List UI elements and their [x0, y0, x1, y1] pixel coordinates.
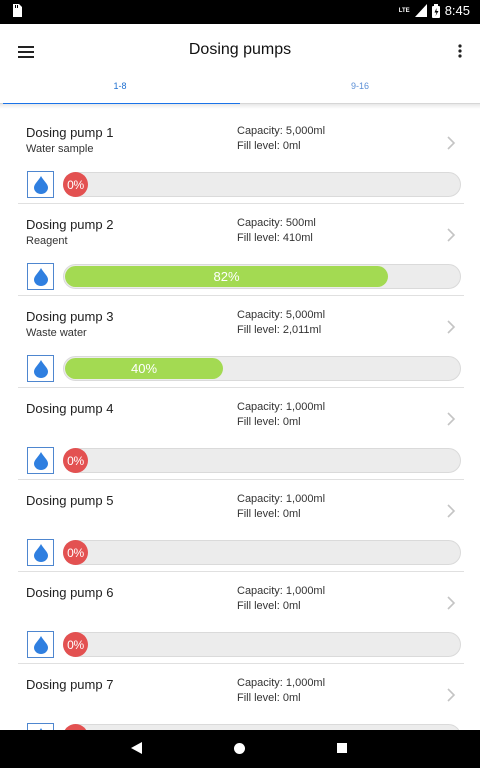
pump-subtitle: Waste water [26, 327, 87, 339]
back-triangle-icon[interactable] [131, 742, 142, 754]
status-bar: LTE 8:45 [0, 0, 480, 24]
pump-row-2[interactable]: Dosing pump 2 Reagent Capacity: 500ml Fi… [18, 204, 466, 296]
pump-row-7[interactable]: Dosing pump 7 Capacity: 1,000ml Fill lev… [18, 664, 466, 730]
tab-1-8[interactable]: 1-8 [0, 80, 240, 105]
empty-badge: 0% [63, 540, 88, 565]
empty-badge: 0% [63, 172, 88, 197]
tab-shadow [0, 104, 480, 109]
system-nav-bar [0, 730, 480, 768]
empty-badge: 0% [63, 448, 88, 473]
pump-name: Dosing pump 1 [26, 125, 114, 140]
empty-badge: 0% [63, 632, 88, 657]
water-drop-icon [27, 631, 54, 658]
fill-progress-bar: 0% [63, 172, 461, 197]
pump-row-5[interactable]: Dosing pump 5 Capacity: 1,000ml Fill lev… [18, 480, 466, 572]
pump-subtitle: Reagent [26, 235, 68, 247]
chevron-right-icon[interactable] [444, 318, 458, 336]
pump-row-3[interactable]: Dosing pump 3 Waste water Capacity: 5,00… [18, 296, 466, 388]
pump-row-1[interactable]: Dosing pump 1 Water sample Capacity: 5,0… [18, 112, 466, 204]
status-icons: LTE 8:45 [399, 3, 470, 18]
app-bar: Dosing pumps [0, 24, 480, 80]
fill-progress-bar: 82% [63, 264, 461, 289]
pump-capacity: Capacity: 1,000ml [237, 401, 326, 413]
pump-fill-level: Fill level: 410ml [237, 232, 313, 244]
pump-name: Dosing pump 2 [26, 217, 114, 232]
chevron-right-icon[interactable] [444, 686, 458, 704]
status-time: 8:45 [444, 3, 470, 18]
pump-fill-level: Fill level: 0ml [237, 600, 301, 612]
pump-fill-level: Fill level: 0ml [237, 692, 301, 704]
battery-icon [431, 3, 440, 18]
water-drop-icon [27, 723, 54, 730]
progress-fill: 82% [65, 266, 388, 287]
pump-row-6[interactable]: Dosing pump 6 Capacity: 1,000ml Fill lev… [18, 572, 466, 664]
pump-subtitle: Water sample [26, 143, 94, 155]
home-circle-icon[interactable] [234, 743, 245, 754]
fill-progress-bar: 40% [63, 356, 461, 381]
pump-fill-level: Fill level: 0ml [237, 508, 301, 520]
pump-row-4[interactable]: Dosing pump 4 Capacity: 1,000ml Fill lev… [18, 388, 466, 480]
water-drop-icon [27, 447, 54, 474]
chevron-right-icon[interactable] [444, 410, 458, 428]
pump-capacity: Capacity: 500ml [237, 217, 316, 229]
chevron-right-icon[interactable] [444, 134, 458, 152]
tab-bar: 1-8 9-16 [0, 80, 480, 105]
notification-icon [12, 4, 22, 22]
pump-name: Dosing pump 4 [26, 401, 114, 416]
more-vert-icon[interactable] [448, 34, 472, 68]
fill-progress-bar: 0% [63, 632, 461, 657]
fill-progress-bar: 0% [63, 448, 461, 473]
pump-list[interactable]: Dosing pump 1 Water sample Capacity: 5,0… [0, 112, 480, 730]
water-drop-icon [27, 263, 54, 290]
signal-icon [414, 4, 427, 17]
pump-capacity: Capacity: 1,000ml [237, 677, 326, 689]
pump-capacity: Capacity: 1,000ml [237, 493, 326, 505]
pump-fill-level: Fill level: 0ml [237, 416, 301, 428]
recents-square-icon[interactable] [337, 743, 347, 753]
water-drop-icon [27, 171, 54, 198]
pump-capacity: Capacity: 1,000ml [237, 585, 326, 597]
water-drop-icon [27, 355, 54, 382]
pump-fill-level: Fill level: 0ml [237, 140, 301, 152]
pump-name: Dosing pump 7 [26, 677, 114, 692]
page-title: Dosing pumps [188, 41, 292, 58]
pump-name: Dosing pump 6 [26, 585, 114, 600]
pump-capacity: Capacity: 5,000ml [237, 125, 326, 137]
pump-name: Dosing pump 5 [26, 493, 114, 508]
pump-fill-level: Fill level: 2,011ml [237, 324, 322, 336]
fill-progress-bar: 0% [63, 540, 461, 565]
water-drop-icon [27, 539, 54, 566]
chevron-right-icon[interactable] [444, 502, 458, 520]
network-type: LTE [398, 7, 410, 14]
chevron-right-icon[interactable] [444, 594, 458, 612]
pump-name: Dosing pump 3 [26, 309, 114, 324]
chevron-right-icon[interactable] [444, 226, 458, 244]
tab-9-16[interactable]: 9-16 [240, 80, 480, 104]
progress-fill: 40% [65, 358, 223, 379]
pump-capacity: Capacity: 5,000ml [237, 309, 326, 321]
